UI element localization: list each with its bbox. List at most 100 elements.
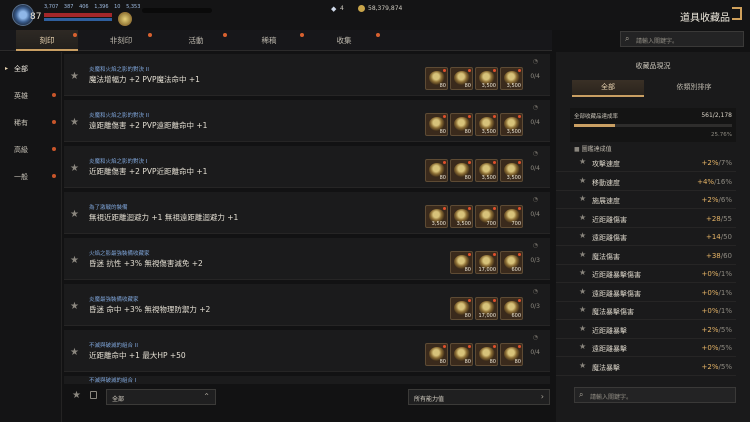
- star-icon[interactable]: ★: [579, 342, 586, 351]
- stat-row[interactable]: ★ 遠距離暴擊 +0%/5%: [556, 339, 736, 357]
- stat-select[interactable]: 所有能力值 ›: [408, 389, 550, 405]
- nav-normal[interactable]: 一般: [0, 170, 62, 184]
- stat-row[interactable]: ★ 魔法暴擊 +2%/5%: [556, 358, 736, 376]
- item-slot[interactable]: 3,500: [500, 67, 523, 90]
- grade-select[interactable]: 全部 ⌃: [106, 389, 216, 405]
- tab-rare[interactable]: 稀稿: [238, 30, 300, 51]
- star-icon[interactable]: ★: [579, 194, 586, 203]
- item-slot[interactable]: 17,000: [475, 297, 498, 320]
- bell-icon[interactable]: ◔: [533, 58, 538, 65]
- star-icon[interactable]: ★: [579, 157, 586, 166]
- star-icon[interactable]: ★: [579, 305, 586, 314]
- star-icon[interactable]: ★: [70, 347, 79, 358]
- item-slot[interactable]: 3,500: [475, 67, 498, 90]
- star-icon[interactable]: ★: [70, 71, 79, 82]
- tab-all-collection[interactable]: 全部: [572, 80, 644, 97]
- nav-hero[interactable]: 英雄: [0, 89, 62, 103]
- collection-row[interactable]: ★ 炎魔和火焰之影的對決 I 近距離傷害 +2 PVP近距離命中 +1 ◔ 0/…: [64, 146, 550, 188]
- item-slot[interactable]: 80: [450, 159, 473, 182]
- stat-row[interactable]: ★ 移動速度 +4%/16%: [556, 173, 736, 191]
- star-icon[interactable]: ★: [579, 176, 586, 185]
- item-slot[interactable]: 3,500: [475, 113, 498, 136]
- collection-row[interactable]: ★ 炎魔和火焰之影的對決 II 遠距離傷害 +2 PVP遠距離命中 +1 ◔ 0…: [64, 100, 550, 142]
- star-icon[interactable]: ★: [70, 209, 79, 220]
- item-slot[interactable]: 700: [475, 205, 498, 228]
- item-slot[interactable]: 80: [450, 297, 473, 320]
- star-icon[interactable]: ★: [70, 255, 79, 266]
- item-quantity: 80: [464, 83, 471, 89]
- item-slot[interactable]: 80: [500, 343, 523, 366]
- collection-row[interactable]: ★ 火焰之影最強裝備收藏家 昏迷 抗性 +3% 無視傷害減免 +2 ◔ 0/3 …: [64, 238, 550, 280]
- collection-row[interactable]: ★ 炎魔和火焰之影的對決 II 魔法增幅力 +2 PVP魔法命中 +1 ◔ 0/…: [64, 54, 550, 96]
- stat-row[interactable]: ★ 遠距離暴擊傷害 +0%/1%: [556, 284, 736, 302]
- collection-row[interactable]: ★ 炎魔最強裝備收藏家 昏迷 命中 +3% 無視物理防禦力 +2 ◔ 0/3 8…: [64, 284, 550, 326]
- stat-row[interactable]: ★ 施展速度 +2%/6%: [556, 191, 736, 209]
- nav-all[interactable]: ▸ 全部: [0, 62, 62, 76]
- star-icon[interactable]: ★: [579, 324, 586, 333]
- stat-row[interactable]: ★ 近距離暴擊傷害 +0%/1%: [556, 265, 736, 283]
- alert-dot: [468, 345, 471, 348]
- medal-icon[interactable]: [118, 12, 132, 26]
- favorite-filter-icon[interactable]: ★: [72, 390, 81, 401]
- stat-row[interactable]: ★ 近距離傷害 +28/55: [556, 210, 736, 228]
- star-icon[interactable]: ★: [70, 301, 79, 312]
- item-slot[interactable]: 80: [425, 343, 448, 366]
- stat-row[interactable]: ★ 近距離暴擊 +2%/5%: [556, 321, 736, 339]
- stat-row[interactable]: ★ 遠距離傷害 +14/50: [556, 228, 736, 246]
- star-icon[interactable]: ★: [579, 268, 586, 277]
- item-slot[interactable]: 80: [450, 251, 473, 274]
- bell-icon[interactable]: ◔: [533, 150, 538, 157]
- item-slot[interactable]: 3,500: [450, 205, 473, 228]
- item-slot[interactable]: 3,500: [475, 159, 498, 182]
- stat-row[interactable]: ★ 攻擊速度 +2%/7%: [556, 154, 736, 172]
- collection-row[interactable]: ★ 不滅與破滅的組合 II 近距離命中 +1 最大HP +50 ◔ 0/4 80…: [64, 330, 550, 372]
- section-label: ■ 圖鑑達成值: [574, 146, 612, 153]
- lock-icon[interactable]: [90, 391, 97, 399]
- tab-non-engraved[interactable]: 非刻印: [90, 30, 152, 51]
- tab-engraved[interactable]: 刻印: [16, 30, 78, 51]
- item-slot[interactable]: 600: [500, 251, 523, 274]
- bell-icon[interactable]: ◔: [533, 104, 538, 111]
- stat-current: +4%: [697, 177, 715, 186]
- stat-row[interactable]: ★ 魔法暴擊傷害 +0%/1%: [556, 302, 736, 320]
- bell-icon[interactable]: ◔: [533, 196, 538, 203]
- search-box-bottom[interactable]: ⌕ 請輸入關鍵字。: [574, 387, 736, 403]
- star-icon[interactable]: ★: [579, 250, 586, 259]
- star-icon[interactable]: ★: [579, 231, 586, 240]
- item-slot[interactable]: 80: [475, 343, 498, 366]
- tab-alert-dot: [376, 33, 380, 37]
- bell-icon[interactable]: ◔: [533, 334, 538, 341]
- item-slot[interactable]: 3,500: [500, 113, 523, 136]
- item-slot[interactable]: 80: [425, 67, 448, 90]
- nav-rare[interactable]: 稀有: [0, 116, 62, 130]
- tab-collect[interactable]: 收集: [313, 30, 375, 51]
- stat-row[interactable]: ★ 魔法傷害 +38/60: [556, 247, 736, 265]
- stat-name: 遠距離暴擊傷害: [592, 289, 641, 298]
- star-icon[interactable]: ★: [70, 163, 79, 174]
- tab-event[interactable]: 活動: [165, 30, 227, 51]
- exit-icon[interactable]: [732, 7, 742, 20]
- row-category: 炎魔最強裝備收藏家: [89, 297, 139, 303]
- item-slot[interactable]: 600: [500, 297, 523, 320]
- star-icon[interactable]: ★: [579, 287, 586, 296]
- item-slot[interactable]: 17,000: [475, 251, 498, 274]
- alert-dot: [468, 115, 471, 118]
- star-icon[interactable]: ★: [579, 361, 586, 370]
- nav-advanced[interactable]: 高級: [0, 143, 62, 157]
- item-slot[interactable]: 80: [425, 113, 448, 136]
- item-slot[interactable]: 80: [450, 67, 473, 90]
- tab-sort-by-category[interactable]: 依類別排序: [654, 80, 734, 97]
- collection-row[interactable]: 不滅與破滅的組合 I: [64, 376, 550, 384]
- bell-icon[interactable]: ◔: [533, 242, 538, 249]
- item-slot[interactable]: 3,500: [425, 205, 448, 228]
- item-slot[interactable]: 700: [500, 205, 523, 228]
- item-slot[interactable]: 3,500: [500, 159, 523, 182]
- search-box-top[interactable]: ⌕ 請輸入關鍵字。: [620, 31, 744, 47]
- star-icon[interactable]: ★: [70, 117, 79, 128]
- item-slot[interactable]: 80: [450, 113, 473, 136]
- collection-row[interactable]: ★ 為了激戰的裝備 無視近距離迴避力 +1 無視遠距離迴避力 +1 ◔ 0/4 …: [64, 192, 550, 234]
- item-slot[interactable]: 80: [425, 159, 448, 182]
- bell-icon[interactable]: ◔: [533, 288, 538, 295]
- star-icon[interactable]: ★: [579, 213, 586, 222]
- item-slot[interactable]: 80: [450, 343, 473, 366]
